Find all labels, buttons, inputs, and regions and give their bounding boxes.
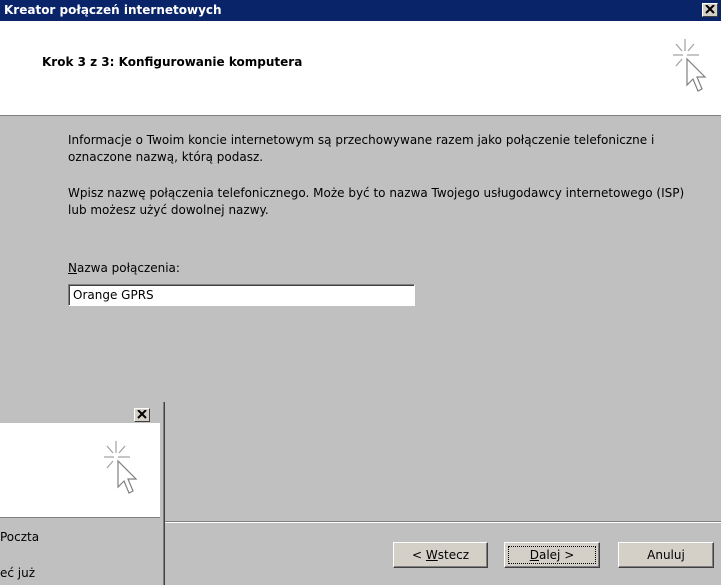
background-dialog-close-button[interactable]	[134, 408, 150, 422]
next-button[interactable]: Dalej >	[504, 542, 600, 568]
label-accelerator: N	[68, 261, 77, 275]
next-label: alej >	[538, 548, 575, 562]
connection-name-label: Nazwa połączenia:	[68, 261, 180, 275]
wizard-cursor-sparkle-icon	[104, 441, 138, 494]
back-prefix: <	[412, 548, 426, 562]
window-title: Kreator połączeń internetowych	[4, 3, 222, 17]
close-icon	[705, 5, 715, 14]
back-accel: W	[425, 548, 438, 562]
back-button[interactable]: < Wstecz	[393, 542, 488, 568]
label-text: azwa połączenia:	[76, 261, 180, 275]
close-icon	[137, 410, 147, 419]
wizard-header: Krok 3 z 3: Konfigurowanie komputera	[0, 21, 721, 116]
instruction-paragraph: Wpisz nazwę połączenia telefonicznego. M…	[68, 186, 685, 217]
step-title: Krok 3 z 3: Konfigurowanie komputera	[42, 55, 303, 69]
background-dialog-text-fragment: Poczta	[0, 530, 40, 544]
background-wizard-dialog[interactable]: Poczta eć już	[0, 402, 165, 585]
info-paragraph: Informacje o Twoim koncie internetowym s…	[68, 133, 655, 164]
close-button[interactable]	[702, 3, 718, 17]
back-label: stecz	[437, 548, 469, 562]
wizard-cursor-sparkle-icon	[673, 39, 707, 92]
cancel-label: Anuluj	[647, 548, 685, 562]
next-accel: D	[529, 548, 539, 562]
title-bar[interactable]: Kreator połączeń internetowych	[0, 0, 721, 21]
cancel-button[interactable]: Anuluj	[618, 542, 714, 568]
background-dialog-text-fragment: eć już	[0, 566, 36, 580]
background-dialog-header	[0, 423, 160, 518]
connection-name-input[interactable]: Orange GPRS	[68, 284, 415, 306]
